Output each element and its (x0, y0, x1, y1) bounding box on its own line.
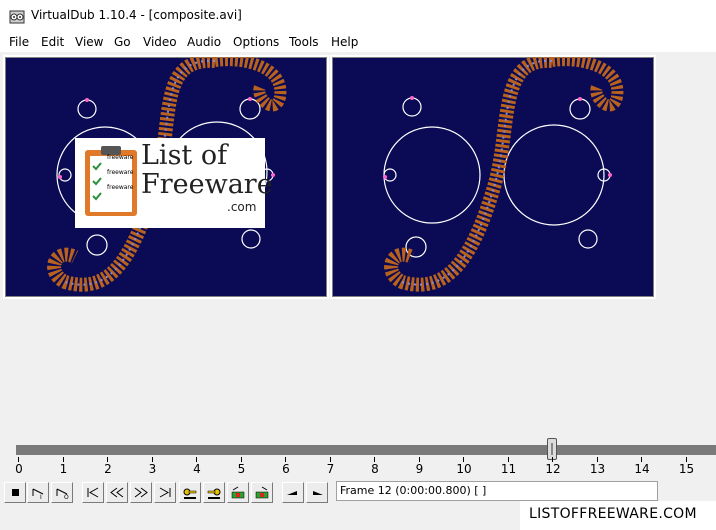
menu-view[interactable]: View (75, 35, 103, 49)
next-scene-button[interactable] (251, 482, 273, 503)
play-output-button[interactable]: O (51, 482, 73, 503)
menu-audio[interactable]: Audio (187, 35, 221, 49)
window-title: VirtualDub 1.10.4 - [composite.avi] (31, 8, 242, 22)
timeline-tick-label: 13 (589, 462, 606, 476)
menu-video[interactable]: Video (143, 35, 177, 49)
next-scene-icon (255, 486, 269, 499)
mark-out-button[interactable] (306, 482, 328, 503)
film-reel-icon[interactable] (9, 9, 25, 25)
badge-line-1: freeware (107, 154, 134, 161)
timeline-tick-label: 10 (456, 462, 472, 476)
timeline-tick-label: 15 (678, 462, 695, 476)
timeline-tick-label: 12 (545, 462, 561, 476)
prev-frame-icon (110, 487, 124, 498)
go-start-icon (87, 487, 99, 498)
position-track[interactable] (16, 445, 716, 455)
next-keyframe-button[interactable] (203, 482, 225, 503)
mark-in-button[interactable] (282, 482, 304, 503)
menu-file[interactable]: File (9, 35, 29, 49)
menu-bar: File Edit View Go Video Audio Options To… (0, 32, 716, 52)
badge-line-3: freeware (107, 184, 134, 191)
timeline-tick-label: 2 (104, 462, 112, 476)
prev-scene-icon (231, 486, 245, 499)
menu-go[interactable]: Go (114, 35, 131, 49)
timeline-tick-label: 7 (326, 462, 335, 476)
logo-title-line1: List of (141, 140, 228, 171)
prev-keyframe-button[interactable] (179, 482, 201, 503)
timeline-tick-label: 9 (415, 462, 424, 476)
play-input-icon: I (32, 488, 44, 500)
timeline-tick-label: 3 (148, 462, 157, 476)
next-frame-icon (134, 487, 148, 498)
timeline-tick-label: 5 (237, 462, 246, 476)
go-end-icon (159, 487, 171, 498)
frame-status-field: Frame 12 (0:00:00.800) [ ] (336, 481, 658, 501)
timeline-tick-label: 4 (193, 462, 201, 476)
listoffreeware-logo: freeware freeware freeware List of Freew… (75, 138, 273, 228)
timeline-tick-label: 1 (59, 462, 68, 476)
output-video-pane[interactable] (330, 55, 656, 299)
play-input-button[interactable]: I (27, 482, 49, 503)
watermark-text: LISTOFFREEWARE.COM (520, 501, 716, 530)
menu-help[interactable]: Help (331, 35, 358, 49)
menu-tools[interactable]: Tools (289, 35, 319, 49)
menu-options[interactable]: Options (233, 35, 279, 49)
next-keyframe-icon (207, 488, 221, 499)
title-bar: VirtualDub 1.10.4 - [composite.avi] (0, 0, 716, 32)
mark-in-icon (287, 491, 297, 495)
go-end-button[interactable] (154, 482, 176, 503)
badge-line-2: freeware (107, 169, 134, 176)
output-frame-image (383, 57, 624, 292)
stop-icon (12, 489, 19, 496)
prev-scene-button[interactable] (227, 482, 249, 503)
timeline-tick-label: 14 (634, 462, 650, 476)
svg-text:O: O (64, 494, 69, 500)
prev-frame-button[interactable] (106, 482, 128, 503)
mark-out-icon (313, 491, 323, 495)
go-start-button[interactable] (82, 482, 104, 503)
menu-edit[interactable]: Edit (41, 35, 64, 49)
timeline-tick-label: 0 (15, 462, 23, 476)
svg-text:I: I (40, 494, 42, 500)
logo-title-line2: Freeware (141, 169, 273, 200)
timeline-tick-label: 6 (282, 462, 290, 476)
play-output-icon: O (56, 488, 69, 500)
timeline-tick-label: 11 (500, 462, 517, 476)
input-video-pane[interactable]: freeware freeware freeware List of Freew… (3, 55, 329, 299)
logo-domain: .com (227, 200, 257, 214)
next-frame-button[interactable] (130, 482, 152, 503)
stop-button[interactable] (4, 482, 26, 503)
prev-keyframe-icon (183, 488, 197, 499)
timeline-tick-label: 8 (371, 462, 379, 476)
